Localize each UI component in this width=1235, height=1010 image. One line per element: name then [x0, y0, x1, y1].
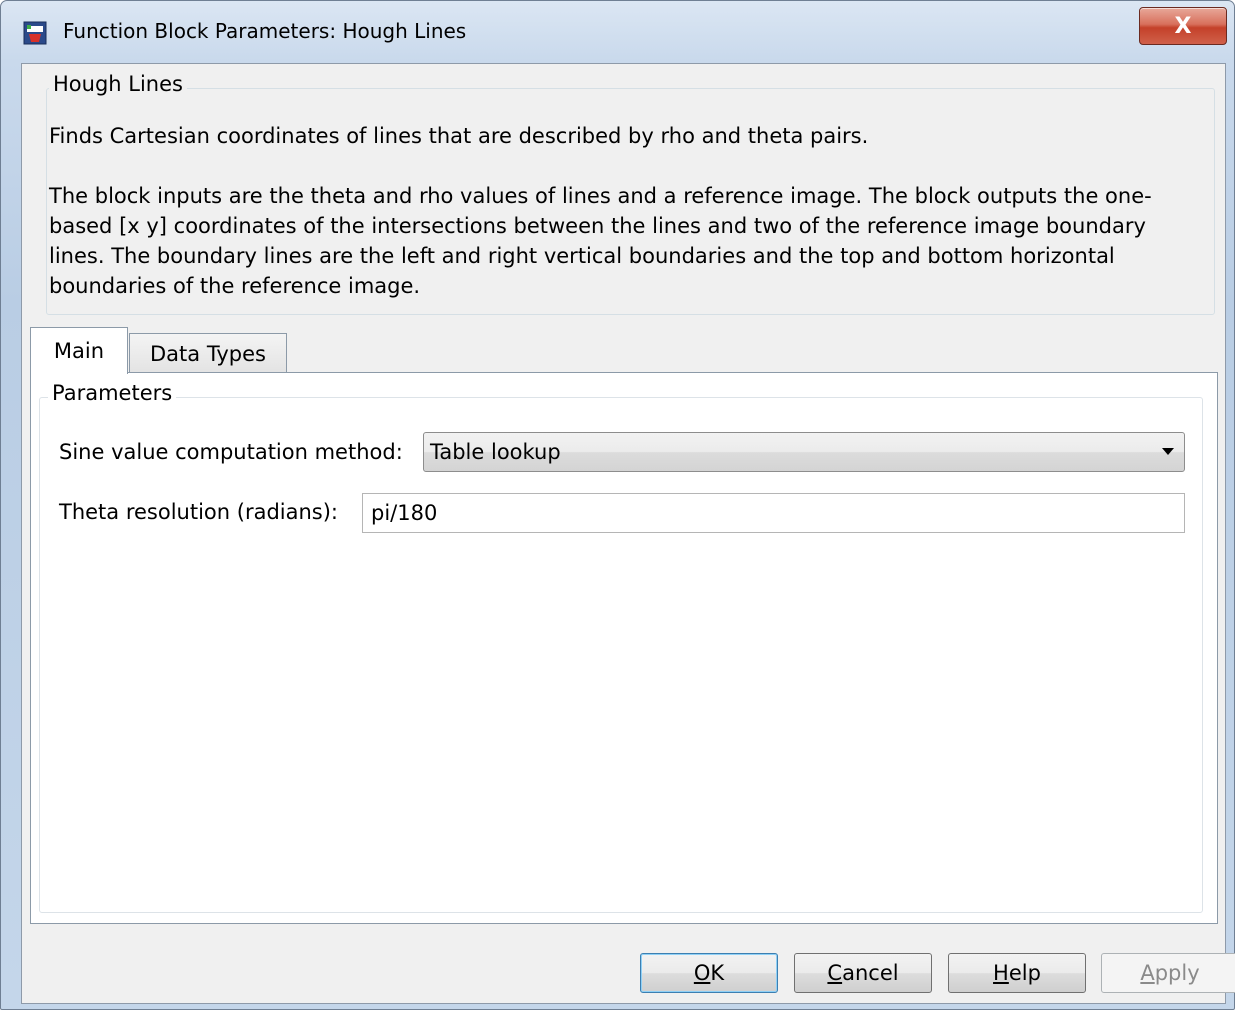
- ok-button[interactable]: OK: [640, 953, 778, 993]
- window-title: Function Block Parameters: Hough Lines: [63, 19, 467, 43]
- description-text: The block inputs are the theta and rho v…: [49, 184, 1152, 298]
- description-group: Hough Lines Finds Cartesian coordinates …: [46, 72, 1215, 315]
- tab-main[interactable]: Main: [30, 327, 128, 374]
- block-name-title: Hough Lines: [49, 72, 187, 96]
- apply-button[interactable]: Apply: [1101, 953, 1235, 993]
- cancel-button[interactable]: Cancel: [794, 953, 932, 993]
- cancel-mnemonic: C: [827, 961, 843, 985]
- cancel-label-rest: ancel: [842, 961, 899, 985]
- theta-resolution-label: Theta resolution (radians):: [59, 500, 339, 524]
- sine-method-select[interactable]: Table lookup: [423, 432, 1185, 472]
- theta-resolution-input[interactable]: [362, 493, 1185, 533]
- tab-strip: Main Data Types: [30, 327, 430, 374]
- simulink-block-icon: [23, 21, 47, 45]
- chevron-down-icon: [1162, 448, 1174, 455]
- ok-mnemonic: O: [693, 961, 711, 985]
- close-button[interactable]: X: [1139, 7, 1227, 45]
- dialog-window: Function Block Parameters: Hough Lines X…: [0, 0, 1235, 1010]
- close-icon: X: [1174, 13, 1192, 39]
- help-button[interactable]: Help: [948, 953, 1086, 993]
- ok-label-rest: K: [710, 961, 725, 985]
- help-label-rest: elp: [1008, 961, 1041, 985]
- main-tab-panel: Parameters Sine value computation method…: [30, 372, 1218, 924]
- description-summary: Finds Cartesian coordinates of lines tha…: [49, 124, 869, 148]
- help-mnemonic: H: [993, 961, 1009, 985]
- apply-mnemonic: A: [1140, 961, 1155, 985]
- sine-method-label: Sine value computation method:: [59, 440, 403, 464]
- sine-method-value: Table lookup: [430, 440, 561, 464]
- parameters-group: Parameters Sine value computation method…: [39, 381, 1203, 913]
- tab-data-types[interactable]: Data Types: [129, 333, 287, 373]
- parameters-title: Parameters: [48, 381, 177, 405]
- title-bar[interactable]: Function Block Parameters: Hough Lines X: [1, 1, 1234, 63]
- apply-label-rest: pply: [1154, 961, 1200, 985]
- dialog-body: Hough Lines Finds Cartesian coordinates …: [21, 63, 1235, 1004]
